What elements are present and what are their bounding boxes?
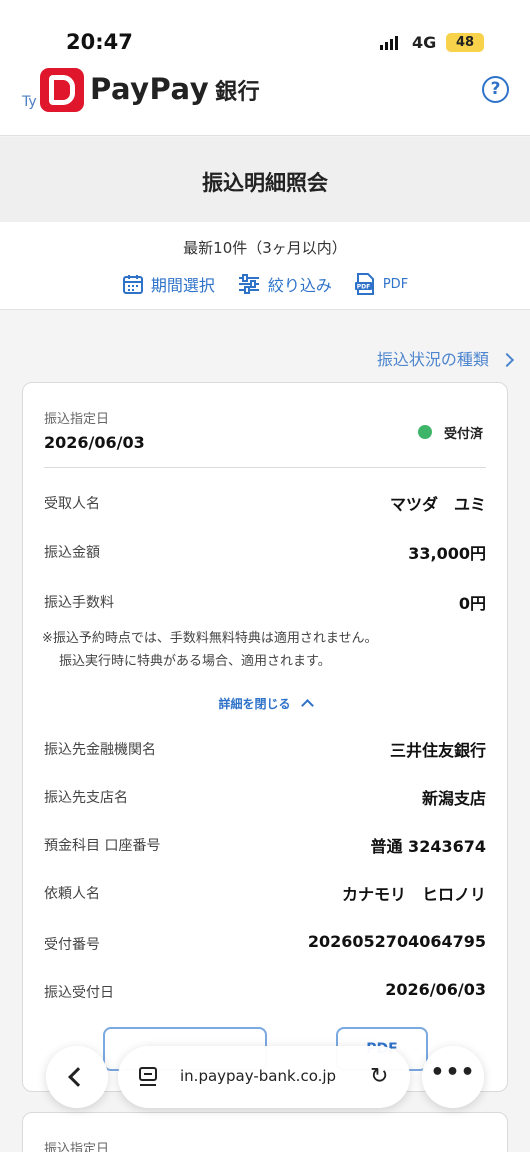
close-details-label: 詳細を閉じる xyxy=(218,697,291,711)
title-band: 振込明細照会 xyxy=(0,137,530,222)
row-recipient: 受取人名 マツダ ユミ xyxy=(44,493,486,517)
row-branch: 振込先支店名 新潟支店 xyxy=(44,787,486,811)
status-bar: 20:47 4G 48 xyxy=(0,0,530,62)
row-fee: 振込手数料 0円 xyxy=(44,592,486,616)
period-select-button[interactable]: 期間選択 xyxy=(122,272,215,296)
row-bank: 振込先金融機関名 三井住友銀行 xyxy=(44,739,486,763)
row-label: 依頼人名 xyxy=(44,886,100,902)
result-count: 最新10件（3ヶ月以内） xyxy=(183,239,347,257)
back-button[interactable] xyxy=(46,1046,108,1108)
network-type: 4G xyxy=(412,33,437,52)
transfer-date: 2026/06/03 xyxy=(44,433,145,452)
row-label: 受付番号 xyxy=(44,937,100,953)
date-label: 振込指定日 xyxy=(44,1142,110,1152)
filter-sliders-icon xyxy=(238,274,259,294)
filter-area: 最新10件（3ヶ月以内） 期間選択 絞り込み PDF PDF xyxy=(0,222,530,310)
calendar-icon xyxy=(122,275,143,294)
row-value: 普通 3243674 xyxy=(370,837,486,856)
narrow-button[interactable]: 絞り込み xyxy=(237,272,332,296)
close-details-button[interactable]: 詳細を閉じる xyxy=(23,695,507,712)
row-label: 振込手数料 xyxy=(44,595,114,611)
battery-icon: 48 xyxy=(446,33,484,52)
transfer-card-2: 振込指定日 xyxy=(22,1112,508,1152)
row-value: 三井住友銀行 xyxy=(389,741,486,760)
date-label: 振込指定日 xyxy=(44,412,110,427)
page-title: 振込明細照会 xyxy=(202,171,328,195)
brand-logo-text: PayPay 銀行 xyxy=(90,72,260,106)
chevron-right-icon xyxy=(499,352,515,368)
url-text: in.paypay-bank.co.jp xyxy=(180,1067,337,1085)
browser-toolbar: in.paypay-bank.co.jp ↻ ••• xyxy=(46,1042,486,1110)
chevron-up-icon xyxy=(300,699,314,712)
pdf-download-button[interactable]: PDF PDF xyxy=(354,272,408,296)
row-value: 33,000円 xyxy=(408,544,486,563)
transfer-card: 振込指定日 2026/06/03 受付済 受取人名 マツダ ユミ 振込金額 33… xyxy=(22,382,508,1092)
help-icon[interactable]: ? xyxy=(482,76,509,103)
period-select-label: 期間選択 xyxy=(150,276,215,295)
pdf-file-icon: PDF xyxy=(354,273,374,295)
row-label: 受取人名 xyxy=(44,496,100,512)
app-header: Ty PayPay 銀行 ? xyxy=(0,62,530,136)
row-amount: 振込金額 33,000円 xyxy=(44,542,486,566)
transfer-status-kinds-link[interactable]: 振込状況の種類 xyxy=(376,346,515,370)
row-value: 0円 xyxy=(458,594,486,613)
header-prefix: Ty xyxy=(22,94,37,110)
brand-name: PayPay xyxy=(90,72,210,106)
row-value: 2026/06/03 xyxy=(385,980,486,999)
tabs-icon xyxy=(139,1067,157,1086)
filter-actions: 期間選択 絞り込み PDF PDF xyxy=(0,272,530,296)
row-label: 振込先金融機関名 xyxy=(44,742,156,758)
svg-text:PDF: PDF xyxy=(357,284,370,291)
note-line-1: ※振込予約時点では、手数料無料特典は適用されません。 xyxy=(42,631,378,646)
row-label: 振込金額 xyxy=(44,545,100,561)
divider xyxy=(44,467,486,468)
row-value: マツダ ユミ xyxy=(389,495,486,514)
signal-icon xyxy=(380,36,398,50)
row-value: 新潟支店 xyxy=(421,789,486,808)
fee-note: ※振込予約時点では、手数料無料特典は適用されません。 振込実行時に特典がある場合… xyxy=(42,627,378,673)
row-value: 2026052704064795 xyxy=(307,932,486,951)
status-badge: 受付済 xyxy=(444,427,484,442)
row-receipt-number: 受付番号 2026052704064795 xyxy=(44,932,486,958)
kinds-link-label: 振込状況の種類 xyxy=(376,350,489,369)
paypay-logo-icon xyxy=(40,68,84,112)
row-receipt-date: 振込受付日 2026/06/03 xyxy=(44,980,486,1006)
address-bar[interactable]: in.paypay-bank.co.jp ↻ xyxy=(118,1046,410,1108)
row-label: 振込先支店名 xyxy=(44,790,128,806)
row-label: 振込受付日 xyxy=(44,985,114,1001)
status-time: 20:47 xyxy=(66,30,133,54)
status-dot-icon xyxy=(418,425,432,439)
chevron-left-icon xyxy=(68,1067,88,1087)
row-requester: 依頼人名 カナモリ ヒロノリ xyxy=(44,883,486,907)
reload-icon[interactable]: ↻ xyxy=(370,1064,388,1089)
brand-bank: 銀行 xyxy=(215,80,261,105)
note-line-2: 振込実行時に特典がある場合、適用されます。 xyxy=(59,654,331,669)
pdf-label: PDF xyxy=(382,276,409,292)
row-label: 預金科目 口座番号 xyxy=(44,838,161,854)
row-account: 預金科目 口座番号 普通 3243674 xyxy=(44,835,486,859)
row-value: カナモリ ヒロノリ xyxy=(341,885,486,904)
narrow-label: 絞り込み xyxy=(267,276,332,295)
more-icon[interactable]: ••• xyxy=(422,1046,484,1108)
